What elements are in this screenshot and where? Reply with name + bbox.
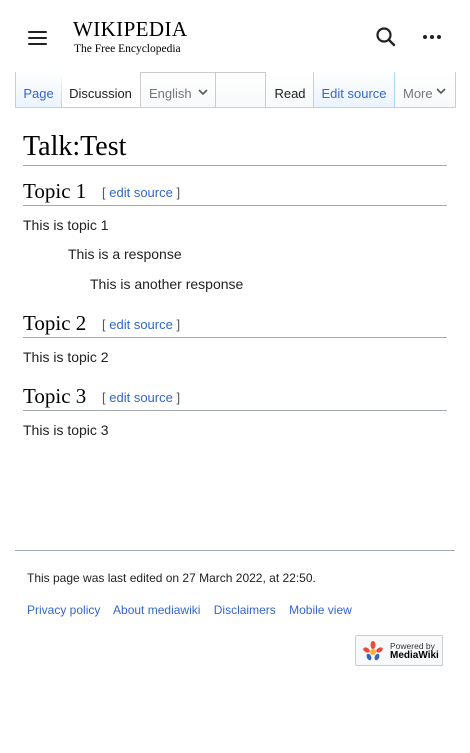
edit-bracket-open: [ [102,317,106,332]
section-topic-1: Topic 1 [ edit source ] This is topic 1 … [23,174,447,294]
tab-discussion-label: Discussion [69,86,132,101]
edit-section-link: [ edit source ] [102,390,180,405]
topic-body: This is topic 2 [23,349,109,365]
tab-page-label: Page [23,86,54,101]
topic-body: This is topic 1 [23,217,109,233]
tab-read[interactable]: Read [267,72,313,108]
logo-wordmark: Wikipedia [73,17,188,41]
edit-bracket-close: ] [176,185,181,200]
topic-body: This is topic 3 [23,422,109,438]
edit-source-link[interactable]: edit source [109,185,173,200]
edit-bracket-open: [ [102,185,106,200]
tab-edit-source[interactable]: Edit source [313,72,395,108]
footer-links: Privacy policy About mediawiki Disclaime… [27,603,362,617]
edit-source-link[interactable]: edit source [109,390,173,405]
language-label: English [149,86,192,101]
section-heading: Topic 2 [ edit source ] [23,306,447,338]
tab-more[interactable]: More [395,72,456,108]
reply-1: This is a response [68,246,182,262]
edit-source-link[interactable]: edit source [109,317,173,332]
search-icon[interactable] [372,23,400,51]
tab-edit-source-label: Edit source [321,86,387,101]
site-logo[interactable]: Wikipedia The Free Encyclopedia [73,17,198,56]
logo-tagline: The Free Encyclopedia [74,43,181,55]
hamburger-icon[interactable] [27,30,49,46]
main-content: Talk:Test Topic 1 [ edit source ] This i… [23,130,447,440]
edit-section-link: [ edit source ] [102,185,180,200]
tabs-divider [15,107,456,108]
reply-2: This is another response [90,276,244,292]
section-heading: Topic 1 [ edit source ] [23,174,447,206]
language-selector[interactable]: English [140,72,266,108]
page-tabs: Page Discussion English Read Edit source… [15,72,456,108]
powered-by-mediawiki-badge[interactable]: Powered by MediaWiki [355,635,443,666]
site-header: Wikipedia The Free Encyclopedia [0,0,470,72]
section-title: Topic 3 [23,384,87,408]
section-heading: Topic 3 [ edit source ] [23,379,447,411]
chevron-down-icon [198,89,208,96]
page-footer: This page was last edited on 27 March 20… [15,550,455,666]
chevron-down-icon [436,88,446,95]
mediawiki-flower-icon [363,641,383,661]
ellipsis-icon[interactable] [418,23,446,51]
tab-discussion[interactable]: Discussion [61,72,140,108]
footer-link-about[interactable]: About mediawiki [113,603,200,617]
section-title: Topic 2 [23,311,87,335]
language-box: English [141,73,216,108]
page-title: Talk:Test [23,130,447,166]
tab-page[interactable]: Page [15,72,62,108]
section-title: Topic 1 [23,179,87,203]
section-topic-3: Topic 3 [ edit source ] This is topic 3 [23,379,447,440]
last-modified: This page was last edited on 27 March 20… [27,571,316,585]
footer-link-disclaimers[interactable]: Disclaimers [214,603,276,617]
footer-link-mobile-view[interactable]: Mobile view [289,603,352,617]
tab-more-label: More [403,86,433,101]
footer-link-privacy[interactable]: Privacy policy [27,603,100,617]
mediawiki-text: MediaWiki [390,650,439,661]
edit-bracket-open: [ [102,390,106,405]
section-topic-2: Topic 2 [ edit source ] This is topic 2 [23,306,447,367]
edit-bracket-close: ] [176,317,181,332]
edit-bracket-close: ] [176,390,181,405]
tab-read-label: Read [274,86,306,101]
edit-section-link: [ edit source ] [102,317,180,332]
